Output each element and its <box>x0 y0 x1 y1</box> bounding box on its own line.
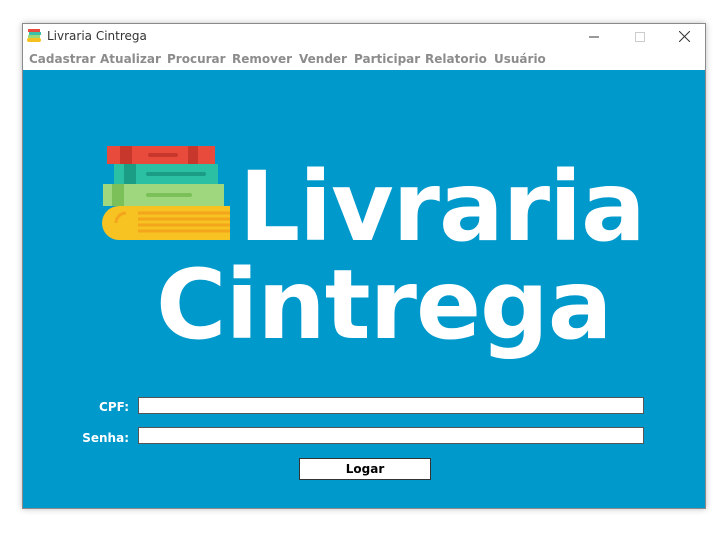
menu-participar[interactable]: Participar <box>354 52 420 66</box>
brand-title-line-2: Cintrega <box>156 249 613 361</box>
cpf-label: CPF: <box>99 400 129 414</box>
login-button[interactable]: Logar <box>299 458 431 480</box>
maximize-icon <box>635 31 645 42</box>
menu-bar: Cadastrar Atualizar Procurar Remover Ven… <box>23 49 705 70</box>
brand-title-line-1: Livraria <box>239 151 646 263</box>
app-window: Livraria Cintrega Cadastrar Atualizar Pr… <box>22 23 706 509</box>
menu-procurar[interactable]: Procurar <box>167 52 226 66</box>
books-stack-icon <box>102 146 230 240</box>
minimize-icon <box>589 36 599 37</box>
close-icon <box>678 31 690 42</box>
window-title: Livraria Cintrega <box>47 29 147 43</box>
cpf-input[interactable] <box>138 397 644 414</box>
minimize-button[interactable] <box>571 24 617 49</box>
menu-cadastrar[interactable]: Cadastrar <box>29 52 95 66</box>
menu-atualizar[interactable]: Atualizar <box>100 52 161 66</box>
maximize-button[interactable] <box>617 24 663 49</box>
senha-input[interactable] <box>138 427 644 444</box>
menu-usuario[interactable]: Usuário <box>494 52 546 66</box>
menu-remover[interactable]: Remover <box>232 52 292 66</box>
login-panel: Livraria Cintrega CPF: Senha: Logar <box>23 70 705 508</box>
title-bar[interactable]: Livraria Cintrega <box>23 24 705 49</box>
app-books-icon <box>27 29 41 42</box>
close-button[interactable] <box>661 24 707 49</box>
senha-label: Senha: <box>82 431 129 445</box>
menu-vender[interactable]: Vender <box>299 52 347 66</box>
menu-relatorio[interactable]: Relatorio <box>425 52 487 66</box>
